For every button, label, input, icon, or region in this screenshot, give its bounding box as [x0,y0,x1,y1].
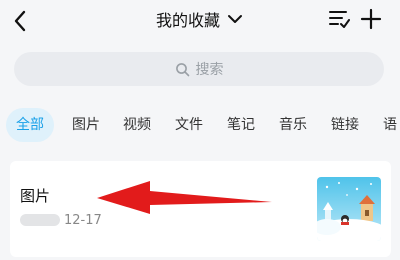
tab-voice[interactable]: 语 [383,108,397,142]
add-button[interactable] [360,8,382,30]
tab-links[interactable]: 链接 [331,108,359,142]
page-title: 我的收藏 [155,11,220,30]
search-icon [175,62,189,76]
plus-icon [360,8,382,30]
favorite-item[interactable]: 图片 12-17 [10,161,391,257]
sort-list-icon [329,11,350,28]
item-date: 12-17 [64,212,102,228]
tab-notes[interactable]: 笔记 [227,108,255,142]
search-input[interactable]: 搜索 [14,52,384,86]
blurred-sender-name [20,214,60,226]
snow-scene-image [317,177,381,241]
tab-files[interactable]: 文件 [175,108,203,142]
category-tabs: 全部 图片 视频 文件 笔记 音乐 链接 语 [0,108,400,142]
tab-music[interactable]: 音乐 [279,108,307,142]
item-thumbnail[interactable] [317,177,381,241]
sort-button[interactable] [328,8,350,30]
item-title: 图片 [20,187,51,205]
chevron-down-icon [228,15,242,23]
tab-all[interactable]: 全部 [6,108,54,142]
tab-videos[interactable]: 视频 [123,108,151,142]
top-bar: 我的收藏 [0,0,400,40]
item-meta: 12-17 [20,211,102,229]
tab-images[interactable]: 图片 [72,108,100,142]
search-placeholder: 搜索 [195,62,224,78]
